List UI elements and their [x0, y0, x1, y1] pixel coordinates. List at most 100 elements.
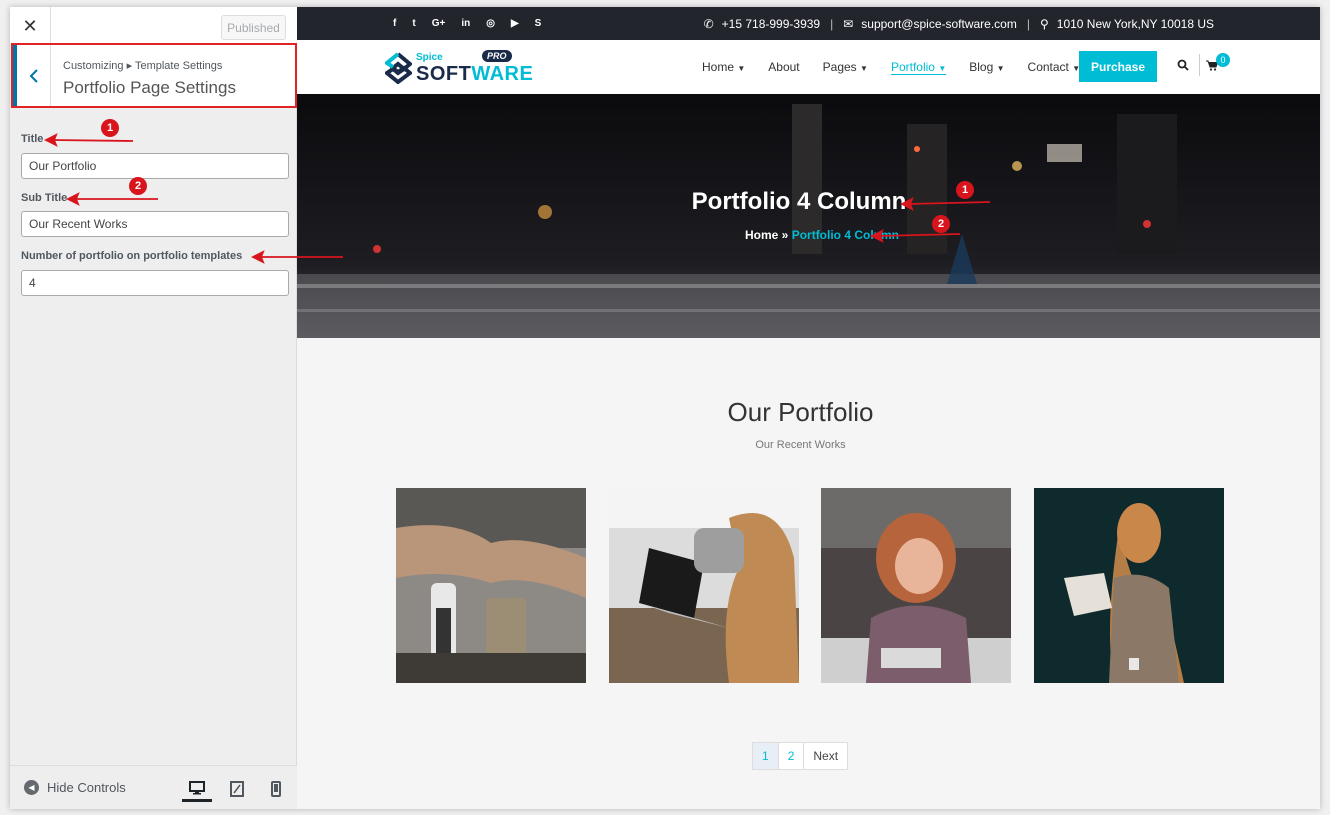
customizer-sidebar: ✕ Published Customizing ▸ Template Setti… [10, 7, 297, 809]
caret-down-icon: ▼ [737, 64, 746, 73]
caret-down-icon: ▼ [996, 64, 1005, 73]
portfolio-count-label: Number of portfolio on portfolio templat… [21, 250, 243, 262]
menu-item-about[interactable]: About [768, 60, 799, 74]
site-preview: f t G+ in ◎ ▶ S ✆ +15 718-999-3939 | ✉ s… [297, 7, 1320, 809]
skype-icon[interactable]: S [535, 18, 542, 29]
next-page-button[interactable]: Next [804, 743, 847, 769]
desktop-icon [189, 780, 205, 794]
phone-icon: ✆ [703, 16, 714, 31]
portfolio-image-reading-woman [1034, 488, 1224, 683]
tablet-icon [230, 781, 244, 797]
hide-arrow-icon: ◀ [24, 780, 39, 795]
annotation-badge-1: 1 [956, 181, 974, 199]
portfolio-item[interactable] [396, 488, 586, 683]
portfolio-item[interactable] [1034, 488, 1224, 683]
instagram-icon[interactable]: ◎ [486, 18, 495, 29]
hide-controls-button[interactable]: ◀ Hide Controls [24, 780, 126, 795]
address: 1010 New York,NY 10018 US [1056, 16, 1214, 31]
menu-label: Portfolio [890, 59, 935, 74]
subtitle-label: Sub Title [21, 192, 68, 204]
portfolio-subtitle: Our Recent Works [755, 439, 846, 451]
breadcrumb: Customizing ▸ Template Settings [63, 60, 223, 72]
menu-label: Blog [969, 60, 994, 74]
customizer-footer: ◀ Hide Controls [10, 765, 297, 809]
logo-pro-badge: PRO [482, 50, 512, 62]
portfolio-title: Our Portfolio [727, 397, 874, 427]
site-topbar: f t G+ in ◎ ▶ S ✆ +15 718-999-3939 | ✉ s… [297, 7, 1320, 40]
hide-controls-label: Hide Controls [47, 780, 126, 795]
caret-down-icon: ▼ [938, 63, 947, 73]
logo-text: SOFTWARE [416, 63, 533, 86]
close-icon: ✕ [22, 15, 38, 36]
page-2-button[interactable]: 2 [779, 743, 805, 769]
chevron-left-icon [29, 68, 38, 83]
customizer-window: ✕ Published Customizing ▸ Template Setti… [10, 7, 1320, 809]
youtube-icon[interactable]: ▶ [511, 18, 519, 29]
page-1-button[interactable]: 1 [753, 743, 779, 769]
email-address[interactable]: support@spice-software.com [861, 17, 1017, 31]
menu-label: Pages [822, 60, 857, 74]
caret-down-icon: ▼ [860, 64, 868, 73]
breadcrumb-current: Portfolio 4 Column [791, 228, 900, 242]
menu-label: Contact [1027, 60, 1069, 74]
logo-mark-icon [385, 52, 412, 84]
annotation-badge-2: 2 [129, 177, 147, 195]
customizer-header: ✕ Published [10, 7, 297, 45]
menu-label: Home [702, 60, 735, 74]
portfolio-image-team-fist-bump [396, 488, 586, 683]
back-button[interactable] [13, 45, 51, 106]
social-links: f t G+ in ◎ ▶ S [393, 7, 541, 40]
linkedin-icon[interactable]: in [461, 18, 470, 29]
title-label: Title [21, 133, 44, 145]
purchase-button[interactable]: Purchase [1079, 51, 1157, 82]
portfolio-count-input[interactable]: 4 [21, 270, 289, 296]
breadcrumb-separator: » [781, 228, 789, 242]
search-icon[interactable] [1177, 59, 1189, 71]
hero-breadcrumb: Home » Portfolio 4 Column [297, 228, 1320, 242]
site-navbar: Spice SOFTWARE PRO Home ▼ About Pages ▼ … [297, 40, 1320, 94]
phone-number: +15 718-999-3939 [721, 16, 821, 31]
email-icon: ✉ [843, 16, 854, 31]
section-header: Customizing ▸ Template Settings Portfoli… [11, 43, 297, 108]
menu-item-pages[interactable]: Pages ▼ [823, 60, 868, 74]
contact-info: ✆ +15 718-999-3939 | ✉ support@spice-sof… [704, 7, 1214, 40]
facebook-icon[interactable]: f [393, 18, 396, 29]
portfolio-image-smiling-woman [821, 488, 1011, 683]
menu-label: About [768, 60, 800, 74]
menu-item-contact[interactable]: Contact ▼ [1028, 60, 1081, 74]
hero-background-image [297, 94, 1320, 338]
location-icon: ⚲ [1039, 16, 1049, 31]
menu-item-blog[interactable]: Blog ▼ [969, 60, 1004, 74]
cart-button[interactable]: 0 [1199, 53, 1230, 76]
annotation-badge-2: 2 [932, 215, 950, 233]
portfolio-item[interactable] [821, 488, 1011, 683]
annotation-badge-1: 1 [101, 119, 119, 137]
site-logo[interactable]: Spice SOFTWARE PRO [385, 50, 533, 86]
close-button[interactable]: ✕ [10, 7, 51, 45]
published-button[interactable]: Published [221, 15, 286, 40]
mobile-icon [271, 781, 281, 797]
tablet-preview-button[interactable] [222, 776, 252, 802]
portfolio-image-laptop-woman [609, 488, 799, 683]
logo-text-right: WARE [471, 63, 534, 85]
pagination: 1 2 Next [752, 742, 849, 770]
main-menu: Home ▼ About Pages ▼ Portfolio ▼ Blog ▼ … [702, 40, 1080, 94]
google-plus-icon[interactable]: G+ [432, 18, 446, 29]
separator: | [830, 16, 834, 31]
mobile-preview-button[interactable] [261, 776, 291, 802]
twitter-icon[interactable]: t [412, 18, 415, 29]
breadcrumb-home[interactable]: Home [745, 228, 778, 242]
title-input[interactable]: Our Portfolio [21, 153, 289, 179]
hero-title: Portfolio 4 Column [691, 188, 907, 215]
subtitle-input[interactable]: Our Recent Works [21, 211, 289, 237]
page-hero: Portfolio 4 Column Home » Portfolio 4 Co… [297, 94, 1320, 338]
logo-small-text: Spice [416, 52, 443, 63]
menu-item-home[interactable]: Home ▼ [702, 60, 745, 74]
desktop-preview-button[interactable] [182, 776, 212, 802]
menu-item-portfolio[interactable]: Portfolio ▼ [890, 59, 947, 75]
logo-text-left: SOFT [416, 63, 472, 85]
portfolio-item[interactable] [609, 488, 799, 683]
separator: | [1026, 16, 1030, 31]
section-title: Portfolio Page Settings [63, 78, 236, 97]
cart-count-badge: 0 [1216, 53, 1230, 67]
